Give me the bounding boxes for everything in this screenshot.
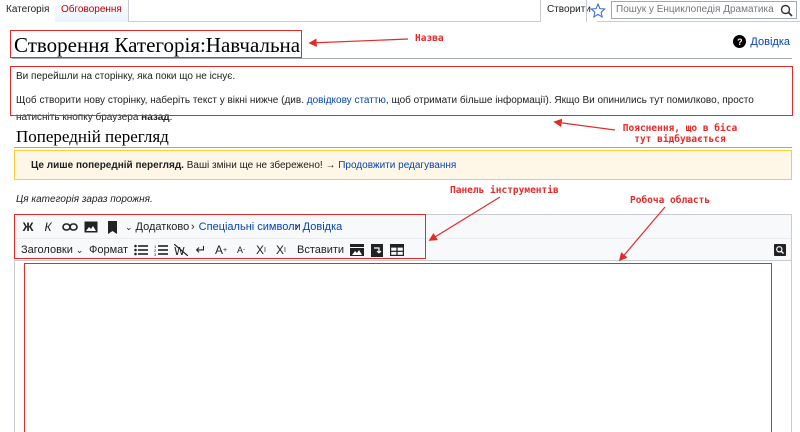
tab-talk[interactable]: Обговорення [55,0,129,22]
arrow-to-title [308,38,409,47]
annotation-workspace-label: Робоча область [630,195,711,206]
continue-editing-link[interactable]: Продовжити редагування [338,160,456,171]
tab-create-label: Створити [547,4,591,15]
preview-heading: Попередній перегляд [16,127,169,146]
annotation-explanation-line2: тут відбувається [634,134,726,145]
empty-category-text: Ця категорія зараз порожня. [16,194,153,205]
annotation-toolbar-label: Панель інструментів [450,185,559,196]
help-link[interactable]: ? Довідка [733,35,790,48]
annotation-toolbar-box [14,214,426,259]
search-input[interactable]: Пошук у Енциклопедія Драматика [611,1,797,19]
watch-star-icon[interactable] [586,0,608,22]
tab-category-label: Категорія [6,4,50,15]
preview-notice-bold: Це лише попередній перегляд. [31,160,184,171]
preview-divider [14,147,792,148]
title-divider [12,58,792,59]
annotation-workspace-box [24,263,772,432]
search-icon[interactable] [780,4,793,17]
help-icon: ? [733,35,747,48]
preview-notice-text: Ваші зміни ще не збережено! → [183,160,339,171]
search-replace-icon[interactable] [773,242,787,258]
preview-notice: Це лише попередній перегляд. Ваші зміни … [14,150,792,180]
annotation-explanation-label: Пояснення, що в біса тут відбувається [605,123,755,145]
annotation-title-box [10,30,302,58]
annotation-explanation-line1: Пояснення, що в біса [622,123,738,134]
annotation-info-box [10,66,793,116]
annotation-title-label: Назва [415,33,444,44]
tab-category[interactable]: Категорія [0,0,57,22]
tab-talk-label: Обговорення [61,4,122,15]
help-link-label: Довідка [750,35,790,48]
search-placeholder: Пошук у Енциклопедія Драматика [616,4,774,15]
